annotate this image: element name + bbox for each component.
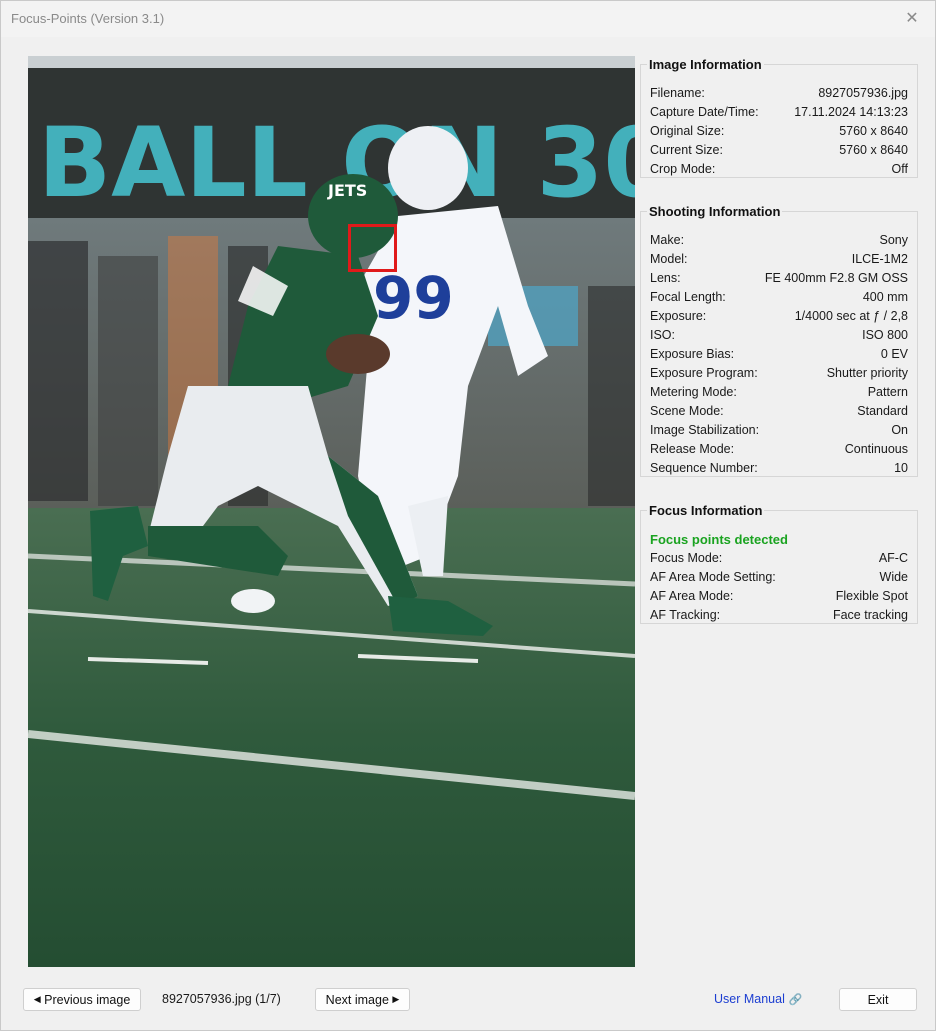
info-label: Focus Mode: (650, 551, 723, 565)
info-label: Release Mode: (650, 442, 735, 456)
exit-button[interactable]: Exit (839, 988, 917, 1011)
info-row: Focus Mode: AF-C (650, 549, 908, 568)
info-label: Crop Mode: (650, 162, 716, 176)
info-row: AF Tracking: Face tracking (650, 606, 908, 625)
info-label: Original Size: (650, 124, 725, 138)
info-value: ISO 800 (862, 328, 908, 342)
info-label: AF Area Mode Setting: (650, 570, 776, 584)
next-image-button[interactable]: Next image ▶ (315, 988, 410, 1011)
info-row: Model: ILCE-1M2 (650, 250, 908, 269)
info-value: ILCE-1M2 (851, 252, 908, 266)
info-label: Metering Mode: (650, 385, 737, 399)
image-information-heading: Image Information (647, 57, 764, 72)
info-label: Sequence Number: (650, 461, 758, 475)
info-label: Capture Date/Time: (650, 105, 759, 119)
focus-information-rows: Focus points detected Focus Mode: AF-C AF… (650, 530, 908, 625)
photo-image: BALL ON 30 99 JETS (28, 56, 635, 967)
info-value: 5760 x 8640 (839, 143, 908, 157)
close-button[interactable]: ✕ (889, 1, 935, 35)
info-value: Pattern (867, 385, 908, 399)
info-value: 10 (894, 461, 908, 475)
photo-preview: BALL ON 30 99 JETS (28, 56, 635, 967)
info-row: AF Area Mode: Flexible Spot (650, 587, 908, 606)
info-value: AF-C (878, 551, 908, 565)
previous-image-button[interactable]: ◀ Previous image (23, 988, 141, 1011)
focus-point-box (348, 224, 397, 272)
info-label: ISO: (650, 328, 676, 342)
info-row: Filename: 8927057936.jpg (650, 84, 908, 103)
info-value: Face tracking (832, 608, 908, 622)
info-value: Sony (879, 233, 909, 247)
info-label: Lens: (650, 271, 681, 285)
info-row: Release Mode: Continuous (650, 440, 908, 459)
info-row: Original Size: 5760 x 8640 (650, 122, 908, 141)
info-row: Make: Sony (650, 231, 908, 250)
info-row: ISO: ISO 800 (650, 326, 908, 345)
window-title: Focus-Points (Version 3.1) (11, 11, 165, 26)
info-row: Metering Mode: Pattern (650, 383, 908, 402)
close-icon: ✕ (905, 10, 919, 27)
info-label: Exposure: (650, 309, 707, 323)
info-row: Lens: FE 400mm F2.8 GM OSS (650, 269, 908, 288)
info-row: AF Area Mode Setting: Wide (650, 568, 908, 587)
info-label: Exposure Bias: (650, 347, 735, 361)
info-value: 8927057936.jpg (818, 86, 908, 100)
shooting-information-rows: Make: Sony Model: ILCE-1M2 Lens: FE 400mm F… (650, 231, 908, 478)
info-row: Sequence Number: 10 (650, 459, 908, 478)
info-row: Exposure Program: Shutter priority (650, 364, 908, 383)
info-value: Wide (879, 570, 908, 584)
previous-image-label: Previous image (44, 992, 131, 1007)
info-row: Scene Mode: Standard (650, 402, 908, 421)
focus-information-panel: Focus Information Focus points detected … (640, 503, 918, 625)
info-value: Continuous (844, 442, 908, 456)
helmet-text: JETS (327, 181, 367, 200)
info-value: Shutter priority (826, 366, 908, 380)
info-value: Standard (857, 404, 908, 418)
info-value: 17.11.2024 14:13:23 (794, 105, 908, 119)
focus-information-heading: Focus Information (647, 503, 765, 518)
info-value: On (891, 423, 908, 437)
link-icon: 🔗 (788, 994, 803, 1006)
shooting-information-heading: Shooting Information (647, 204, 783, 219)
image-information-panel: Image Information Filename: 8927057936.jp… (640, 57, 918, 179)
info-value: Off (891, 162, 908, 176)
file-status: 8927057936.jpg (1/7) (162, 992, 281, 1006)
next-image-label: Next image (325, 992, 389, 1007)
info-label: Focal Length: (650, 290, 726, 304)
shooting-information-panel: Shooting Information Make: Sony Model: ILC… (640, 204, 918, 478)
exit-label: Exit (867, 992, 889, 1007)
info-label: Make: (650, 233, 685, 247)
info-label: Current Size: (650, 143, 723, 157)
info-row: Current Size: 5760 x 8640 (650, 141, 908, 160)
info-label: AF Area Mode: (650, 589, 734, 603)
focus-points-window: Focus-Points (Version 3.1) ✕ BALL ON 30 … (0, 0, 936, 1031)
info-label: Exposure Program: (650, 366, 758, 380)
info-value: 0 EV (880, 347, 908, 361)
info-label: Scene Mode: (650, 404, 724, 418)
info-label: Image Stabilization: (650, 423, 760, 437)
info-row: Focal Length: 400 mm (650, 288, 908, 307)
info-value: FE 400mm F2.8 GM OSS (764, 271, 908, 285)
image-information-rows: Filename: 8927057936.jpg Capture Date/Tim… (650, 84, 908, 179)
info-label: Model: (650, 252, 688, 266)
info-label: AF Tracking: (650, 608, 721, 622)
info-value: 5760 x 8640 (839, 124, 908, 138)
info-label: Filename: (650, 86, 705, 100)
info-value: 400 mm (862, 290, 908, 304)
info-row: Crop Mode: Off (650, 160, 908, 179)
defender-jersey-number: 99 (373, 264, 454, 332)
title-bar: Focus-Points (Version 3.1) ✕ (1, 1, 935, 37)
info-row: Image Stabilization: On (650, 421, 908, 440)
user-manual-link[interactable]: User Manual 🔗 (714, 992, 803, 1006)
user-manual-label: User Manual (714, 992, 785, 1006)
arrow-right-icon: ▶ (392, 994, 400, 1004)
info-value: Flexible Spot (835, 589, 908, 603)
info-row: Exposure: 1/4000 sec at ƒ / 2,8 (650, 307, 908, 326)
info-row: Exposure Bias: 0 EV (650, 345, 908, 364)
info-value: 1/4000 sec at ƒ / 2,8 (794, 309, 908, 323)
arrow-left-icon: ◀ (33, 994, 41, 1004)
info-row: Capture Date/Time: 17.11.2024 14:13:23 (650, 103, 908, 122)
focus-status: Focus points detected (650, 532, 788, 547)
